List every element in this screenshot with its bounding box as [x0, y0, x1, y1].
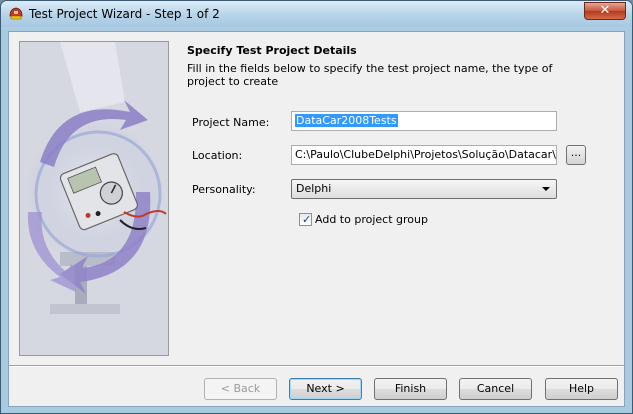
back-button[interactable]: < Back	[204, 378, 277, 400]
cancel-button[interactable]: Cancel	[459, 378, 532, 400]
help-button[interactable]: Help	[545, 378, 618, 400]
add-to-group-checkbox[interactable]: ✓	[299, 213, 312, 226]
browse-button[interactable]: ...	[566, 145, 586, 165]
browse-label: ...	[570, 146, 582, 159]
wizard-client-area: Specify Test Project Details Fill in the…	[8, 31, 625, 407]
project-name-value: DataCar2008Tests	[295, 114, 398, 127]
details-panel: Specify Test Project Details Fill in the…	[187, 44, 607, 88]
personality-value: Delphi	[296, 182, 332, 195]
add-to-group-label[interactable]: Add to project group	[315, 213, 428, 226]
checkmark-icon: ✓	[302, 213, 312, 226]
project-name-label: Project Name:	[192, 116, 270, 129]
finish-button[interactable]: Finish	[374, 378, 447, 400]
window-title: Test Project Wizard - Step 1 of 2	[29, 7, 220, 21]
location-field[interactable]: C:\Paulo\ClubeDelphi\Projetos\Solução\Da…	[291, 145, 557, 165]
next-button[interactable]: Next >	[289, 378, 362, 400]
project-name-field[interactable]: DataCar2008Tests	[291, 111, 557, 131]
wizard-helmet-icon	[9, 7, 23, 20]
title-bar[interactable]: Test Project Wizard - Step 1 of 2 ✕	[1, 1, 632, 27]
location-label: Location:	[192, 149, 243, 162]
page-heading: Specify Test Project Details	[187, 44, 357, 57]
personality-label: Personality:	[192, 183, 256, 196]
footer-divider	[9, 365, 624, 367]
close-icon: ✕	[599, 3, 611, 18]
location-value: C:\Paulo\ClubeDelphi\Projetos\Solução\Da…	[295, 148, 557, 161]
personality-select[interactable]: Delphi	[291, 179, 557, 199]
wizard-window: Test Project Wizard - Step 1 of 2 ✕ Spec…	[0, 0, 633, 414]
close-button[interactable]: ✕	[584, 2, 626, 20]
multimeter-cycle-illustration	[20, 42, 168, 355]
chevron-down-icon	[542, 187, 550, 191]
page-description: Fill in the fields below to specify the …	[187, 62, 553, 88]
wizard-illustration	[19, 41, 169, 356]
